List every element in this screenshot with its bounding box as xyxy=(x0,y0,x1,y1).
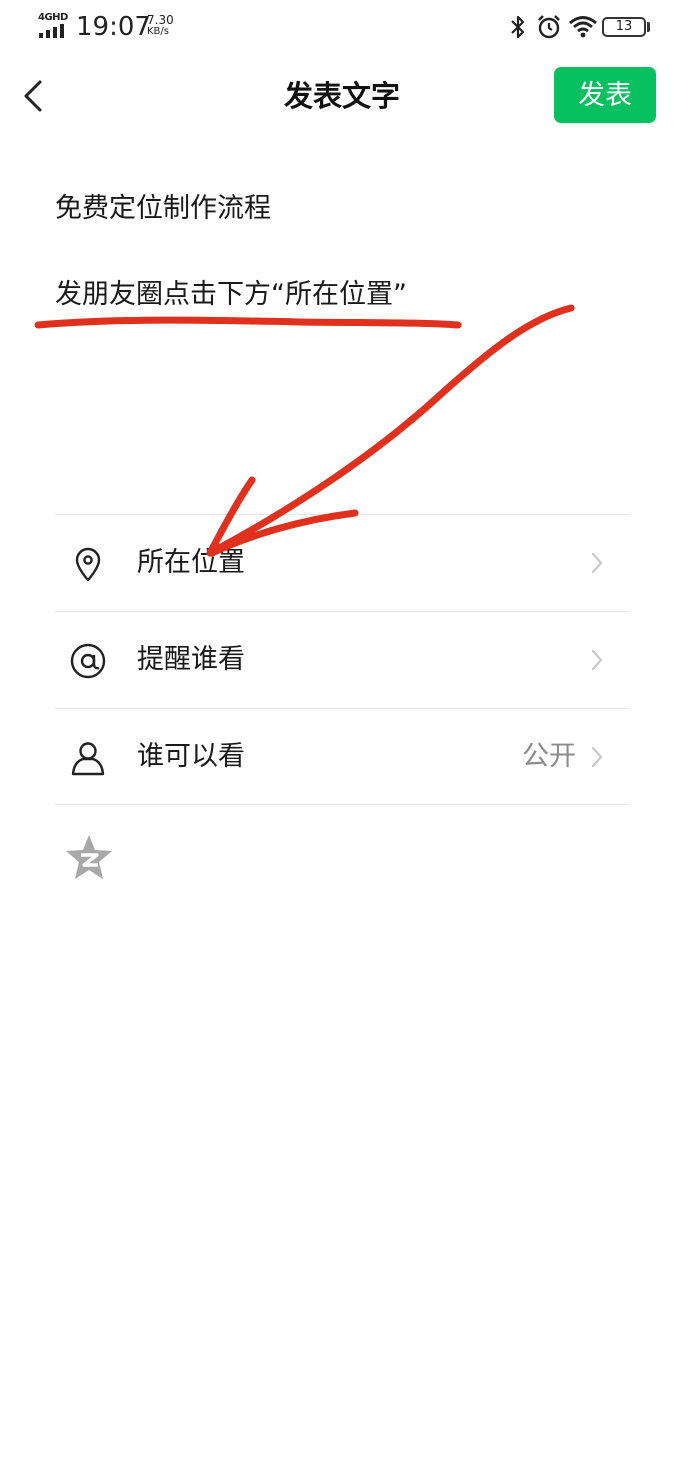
post-options-list: 所在位置 提醒谁看 谁可以看 公开 xyxy=(55,514,630,805)
option-visibility[interactable]: 谁可以看 公开 xyxy=(55,708,630,805)
network-speed-value: 7.30 xyxy=(147,13,174,27)
signal-bars-icon xyxy=(39,24,64,38)
wifi-icon xyxy=(569,16,597,38)
status-icons: 13 xyxy=(484,10,684,46)
status-bar: 4GHD 19:07 7.30 KB/s 13 xyxy=(0,0,684,56)
network-speed-unit: KB/s xyxy=(147,26,169,37)
bluetooth-icon xyxy=(511,15,525,39)
alarm-icon xyxy=(538,15,560,39)
post-text-area[interactable]: 免费定位制作流程 发朋友圈点击下方“所在位置” xyxy=(55,166,635,338)
battery-cap xyxy=(647,22,650,32)
chevron-right-icon xyxy=(591,746,603,768)
network-speed: 7.30 KB/s xyxy=(147,14,187,38)
signal-icon: 4GHD xyxy=(38,12,68,40)
top-bar: 发表文字 发表 xyxy=(0,56,684,136)
clock-time: 19:07 xyxy=(76,12,151,42)
qzone-star-icon[interactable] xyxy=(65,834,113,880)
option-location[interactable]: 所在位置 xyxy=(55,514,630,611)
option-visibility-value: 公开 xyxy=(522,741,576,772)
network-type: 4GHD xyxy=(38,12,68,23)
option-visibility-label: 谁可以看 xyxy=(137,741,245,772)
publish-button[interactable]: 发表 xyxy=(554,67,656,123)
chevron-right-icon xyxy=(591,552,603,574)
option-remind[interactable]: 提醒谁看 xyxy=(55,611,630,708)
chevron-right-icon xyxy=(591,649,603,671)
location-pin-icon xyxy=(75,547,101,582)
option-remind-label: 提醒谁看 xyxy=(137,644,245,675)
user-icon xyxy=(71,742,105,776)
battery-icon: 13 xyxy=(602,17,646,37)
at-sign-icon xyxy=(70,643,106,679)
post-text-line: 免费定位制作流程 xyxy=(55,193,271,224)
option-location-label: 所在位置 xyxy=(137,547,245,578)
post-text-line: 发朋友圈点击下方“所在位置” xyxy=(55,279,407,310)
